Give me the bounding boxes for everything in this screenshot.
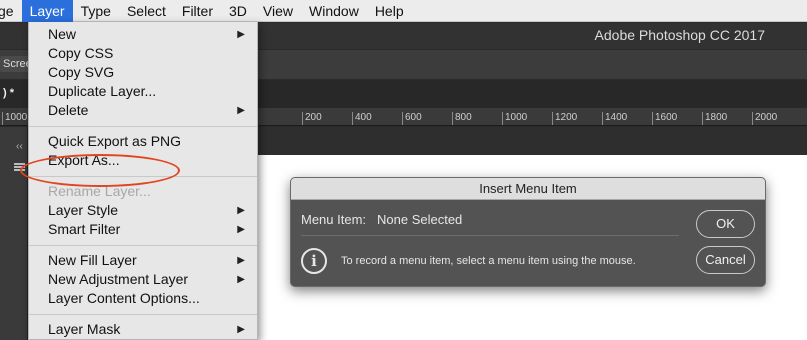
ruler-tick: 600 [402, 112, 422, 125]
submenu-arrow-icon: ▶ [237, 105, 245, 116]
menubar-item-window[interactable]: Window [301, 0, 367, 22]
submenu-arrow-icon: ▶ [237, 274, 245, 285]
menu-item-field-label: Menu Item: [301, 212, 367, 227]
tools-panel [0, 127, 28, 340]
menu-item-label: Smart Filter [48, 221, 121, 237]
ruler-tick: 1600 [652, 112, 677, 125]
menu-item-quick-export-png[interactable]: Quick Export as PNG [29, 132, 257, 151]
menu-separator [29, 245, 257, 247]
menu-item-copy-svg[interactable]: Copy SVG [29, 63, 257, 82]
menu-item-layer-content-options[interactable]: Layer Content Options... [29, 289, 257, 308]
menu-item-layer-mask[interactable]: Layer Mask ▶ [29, 320, 257, 339]
menu-item-label: Quick Export as PNG [48, 133, 182, 149]
collapse-panels-icon[interactable]: ‹‹ [16, 141, 23, 152]
menu-item-label: Layer Content Options... [48, 290, 200, 306]
ruler-tick: 1000 [2, 112, 27, 125]
info-icon: i [301, 248, 327, 274]
submenu-arrow-icon: ▶ [237, 324, 245, 335]
menu-separator [29, 126, 257, 128]
menubar: ge Layer Type Select Filter 3D View Wind… [0, 0, 807, 22]
menu-item-label: Layer Mask [48, 321, 121, 337]
menu-item-field-value: None Selected [377, 212, 463, 227]
menu-separator [29, 314, 257, 316]
menu-item-duplicate-layer[interactable]: Duplicate Layer... [29, 82, 257, 101]
cancel-button[interactable]: Cancel [696, 246, 755, 274]
menu-item-layer-style[interactable]: Layer Style ▶ [29, 201, 257, 220]
menubar-item-3d[interactable]: 3D [221, 0, 255, 22]
menubar-item-view[interactable]: View [255, 0, 301, 22]
menu-item-new[interactable]: New ▶ [29, 25, 257, 44]
menubar-item-edge[interactable]: ge [0, 0, 22, 22]
menubar-item-layer[interactable]: Layer [21, 0, 73, 22]
ruler-tick: 1400 [602, 112, 627, 125]
ruler-tick: 1800 [702, 112, 727, 125]
ruler-tick: 1200 [552, 112, 577, 125]
dialog-title: Insert Menu Item [291, 178, 765, 200]
menu-item-label: Delete [48, 102, 89, 118]
app-title: Adobe Photoshop CC 2017 [594, 27, 765, 43]
submenu-arrow-icon: ▶ [237, 29, 245, 40]
dialog-divider [301, 235, 679, 236]
insert-menu-item-dialog: Insert Menu Item Menu Item: None Selecte… [290, 177, 766, 287]
document-tab[interactable]: ) * [0, 87, 14, 99]
ruler-tick: 200 [302, 112, 322, 125]
submenu-arrow-icon: ▶ [237, 205, 245, 216]
menu-item-label: Copy SVG [48, 64, 115, 80]
submenu-arrow-icon: ▶ [237, 224, 245, 235]
ok-button[interactable]: OK [696, 210, 755, 238]
menu-item-label: Copy CSS [48, 45, 114, 61]
menu-item-label: New Fill Layer [48, 252, 137, 268]
menu-item-label: New Adjustment Layer [48, 271, 189, 287]
menu-item-label: Duplicate Layer... [48, 83, 157, 99]
ruler-tick: 800 [452, 112, 472, 125]
menu-item-delete[interactable]: Delete ▶ [29, 101, 257, 120]
highlight-ellipse [20, 154, 180, 187]
menubar-item-select[interactable]: Select [119, 0, 174, 22]
ruler-tick: 400 [352, 112, 372, 125]
menu-item-new-adjustment-layer[interactable]: New Adjustment Layer ▶ [29, 270, 257, 289]
menubar-item-filter[interactable]: Filter [174, 0, 221, 22]
ruler-tick: 1000 [502, 112, 527, 125]
submenu-arrow-icon: ▶ [237, 255, 245, 266]
menu-item-label: Layer Style [48, 202, 119, 218]
dialog-hint-text: To record a menu item, select a menu ite… [341, 255, 636, 267]
menu-item-smart-filter[interactable]: Smart Filter ▶ [29, 220, 257, 239]
menu-item-label: New [48, 26, 77, 42]
menu-item-new-fill-layer[interactable]: New Fill Layer ▶ [29, 251, 257, 270]
menubar-item-type[interactable]: Type [73, 0, 119, 22]
menu-item-copy-css[interactable]: Copy CSS [29, 44, 257, 63]
ruler-tick: 2000 [752, 112, 777, 125]
menubar-item-help[interactable]: Help [367, 0, 412, 22]
